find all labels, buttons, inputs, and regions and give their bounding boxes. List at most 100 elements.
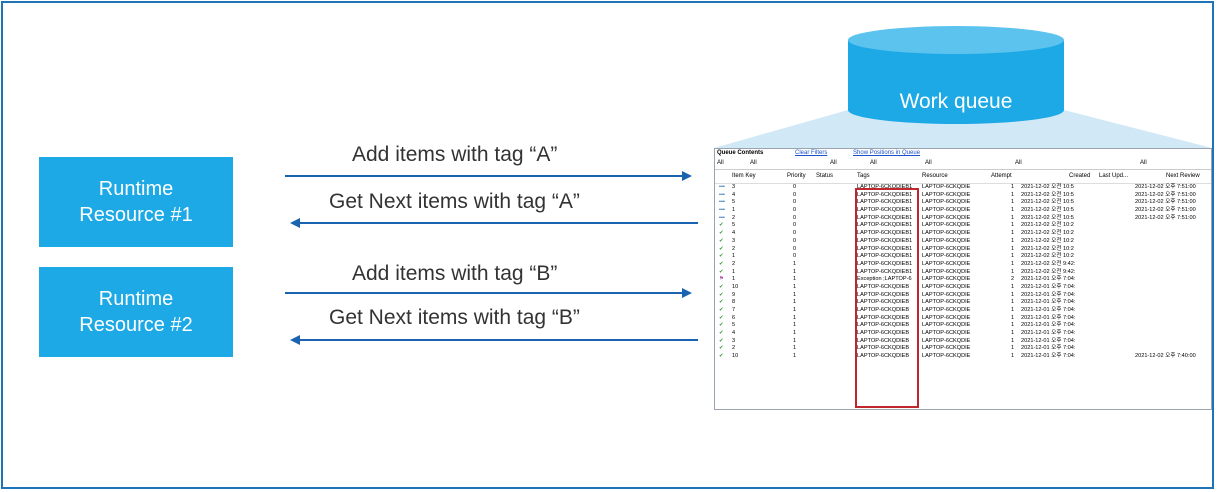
cell-created: 2021-12-01 오후 7:04: xyxy=(1021,322,1076,329)
cell-priority: 0 xyxy=(793,230,797,237)
cell-attempt: 1 xyxy=(1011,207,1015,214)
table-row[interactable]: ✔ 8 1 LAPTOP-6CKQDIEB LAPTOP-6CKQDIE 1 2021-12… xyxy=(715,299,1211,307)
table-row[interactable]: ✔ 9 1 LAPTOP-6CKQDIEB LAPTOP-6CKQDIE 1 2021-12… xyxy=(715,292,1211,300)
check-icon: ✔ xyxy=(719,353,724,360)
col-created[interactable]: Created xyxy=(1069,170,1090,183)
cell-created: 2021-12-01 오후 7:04: xyxy=(1021,307,1076,313)
cell-priority: 1 xyxy=(793,345,797,352)
queue-filter-row: All All All All All All All xyxy=(715,158,1211,170)
check-icon: ✔ xyxy=(719,260,724,267)
work-queue-title: Work queue xyxy=(899,90,1013,113)
cell-item-key: 1 xyxy=(732,268,736,275)
table-row[interactable]: ✔ 4 1 LAPTOP-6CKQDIEB LAPTOP-6CKQDIE 1 2021-12… xyxy=(715,330,1211,338)
cell-attempt: 1 xyxy=(1011,237,1015,244)
check-icon: ✔ xyxy=(719,283,724,290)
col-priority[interactable]: Priority xyxy=(787,170,806,183)
col-tags[interactable]: Tags xyxy=(857,170,870,183)
cell-created: 2021-12-01 오후 7:04: xyxy=(1021,283,1076,290)
check-icon: ✔ xyxy=(719,237,724,244)
cell-next-review: 2021-12-02 오후 7:51:00 xyxy=(1135,207,1196,214)
col-status[interactable]: Status xyxy=(816,170,833,183)
cell-item-key: 8 xyxy=(732,299,736,306)
cell-item-key: 3 xyxy=(732,337,736,344)
filter-created[interactable]: All xyxy=(1015,158,1022,169)
table-row[interactable]: ••• 5 0 LAPTOP-6CKQDIEB1 LAPTOP-6CKQDIE 1 2021… xyxy=(715,199,1211,207)
cell-resource: LAPTOP-6CKQDIE xyxy=(922,314,971,321)
cell-created: 2021-12-02 오전 10:2 xyxy=(1021,230,1074,237)
cell-attempt: 1 xyxy=(1011,291,1015,298)
table-row[interactable]: ✔ 1 0 LAPTOP-6CKQDIEB1 LAPTOP-6CKQDIE 1 2021-1… xyxy=(715,253,1211,261)
cell-attempt: 1 xyxy=(1011,253,1015,260)
cell-resource: LAPTOP-6CKQDIE xyxy=(922,184,971,190)
cell-priority: 0 xyxy=(793,184,797,190)
cell-next-review: 2021-12-02 오후 7:51:00 xyxy=(1135,214,1196,221)
cell-resource: LAPTOP-6CKQDIE xyxy=(922,253,971,260)
col-item-key[interactable]: Item Key xyxy=(732,170,756,183)
cell-resource: LAPTOP-6CKQDIE xyxy=(922,307,971,313)
cell-resource: LAPTOP-6CKQDIE xyxy=(922,345,971,352)
filter-priority[interactable]: All xyxy=(750,158,757,169)
cell-attempt: 2 xyxy=(1011,276,1015,283)
in-progress-icon: ••• xyxy=(719,207,725,214)
cell-resource: LAPTOP-6CKQDIE xyxy=(922,245,971,252)
col-resource[interactable]: Resource xyxy=(922,170,948,183)
table-row[interactable]: ✔ 7 1 LAPTOP-6CKQDIEB LAPTOP-6CKQDIE 1 2021-12… xyxy=(715,307,1211,315)
show-positions-link[interactable]: Show Positions in Queue xyxy=(853,150,920,156)
cell-resource: LAPTOP-6CKQDIE xyxy=(922,260,971,267)
check-icon: ✔ xyxy=(719,314,724,321)
cell-priority: 0 xyxy=(793,245,797,252)
check-icon: ✔ xyxy=(719,253,724,260)
table-row[interactable]: ✔ 10 1 LAPTOP-6CKQDIEB LAPTOP-6CKQDIE 1 2021-1… xyxy=(715,284,1211,292)
cell-resource: LAPTOP-6CKQDIE xyxy=(922,299,971,306)
cell-resource: LAPTOP-6CKQDIE xyxy=(922,276,971,283)
cell-item-key: 2 xyxy=(732,260,736,267)
table-row[interactable]: ✔ 6 1 LAPTOP-6CKQDIEB LAPTOP-6CKQDIE 1 2021-12… xyxy=(715,315,1211,323)
cell-item-key: 7 xyxy=(732,307,736,313)
table-row[interactable]: ✔ 1 1 LAPTOP-6CKQDIEB1 LAPTOP-6CKQDIE 1 2021-1… xyxy=(715,269,1211,277)
filter-resource[interactable]: All xyxy=(925,158,932,169)
cell-item-key: 3 xyxy=(732,237,736,244)
cell-priority: 1 xyxy=(793,268,797,275)
cell-priority: 0 xyxy=(793,222,797,229)
table-row[interactable]: ✔ 10 1 LAPTOP-6CKQDIEB LAPTOP-6CKQDIE 1 2021-1… xyxy=(715,353,1211,361)
cell-resource: LAPTOP-6CKQDIE xyxy=(922,214,971,221)
table-row[interactable]: ✔ 2 1 LAPTOP-6CKQDIEB1 LAPTOP-6CKQDIE 1 2021-1… xyxy=(715,261,1211,269)
table-row[interactable]: ✔ 5 0 LAPTOP-6CKQDIEB1 LAPTOP-6CKQDIE 1 2021-1… xyxy=(715,222,1211,230)
col-last-updated[interactable]: Last Upd... xyxy=(1099,170,1128,183)
cell-item-key: 10 xyxy=(732,283,739,290)
filter-status[interactable]: All xyxy=(830,158,837,169)
table-row[interactable]: ✔ 4 0 LAPTOP-6CKQDIEB1 LAPTOP-6CKQDIE 1 2021-1… xyxy=(715,230,1211,238)
cell-attempt: 1 xyxy=(1011,260,1015,267)
col-next-review[interactable]: Next Review xyxy=(1166,170,1200,183)
table-row[interactable]: ✔ 3 0 LAPTOP-6CKQDIEB1 LAPTOP-6CKQDIE 1 2021-1… xyxy=(715,238,1211,246)
cell-attempt: 1 xyxy=(1011,314,1015,321)
table-row[interactable]: ⚑ 1 1 Exception ;LAPTOP-6 LAPTOP-6CKQDIE 2 202… xyxy=(715,276,1211,284)
table-row[interactable]: ••• 3 0 LAPTOP-6CKQDIEB1 LAPTOP-6CKQDIE 1 2021… xyxy=(715,184,1211,192)
col-attempt[interactable]: Attempt xyxy=(991,170,1012,183)
cell-resource: LAPTOP-6CKQDIE xyxy=(922,222,971,229)
cell-attempt: 1 xyxy=(1011,199,1015,206)
tags-highlight-box xyxy=(855,188,919,408)
table-row[interactable]: ••• 1 0 LAPTOP-6CKQDIEB1 LAPTOP-6CKQDIE 1 2021… xyxy=(715,207,1211,215)
table-row[interactable]: ✔ 2 1 LAPTOP-6CKQDIEB LAPTOP-6CKQDIE 1 2021-12… xyxy=(715,345,1211,353)
cell-priority: 0 xyxy=(793,191,797,198)
cell-created: 2021-12-02 오전 10:2 xyxy=(1021,222,1074,229)
check-icon: ✔ xyxy=(719,299,724,306)
check-icon: ✔ xyxy=(719,245,724,252)
clear-filters-link[interactable]: Clear Filters xyxy=(795,150,827,156)
cell-item-key: 1 xyxy=(732,276,736,283)
table-row[interactable]: ✔ 3 1 LAPTOP-6CKQDIEB LAPTOP-6CKQDIE 1 2021-12… xyxy=(715,338,1211,346)
filter-next-review[interactable]: All xyxy=(1140,158,1147,169)
filter-item-key[interactable]: All xyxy=(717,158,724,169)
filter-tags[interactable]: All xyxy=(870,158,877,169)
table-row[interactable]: ✔ 2 0 LAPTOP-6CKQDIEB1 LAPTOP-6CKQDIE 1 2021-1… xyxy=(715,246,1211,254)
cell-item-key: 6 xyxy=(732,314,736,321)
check-icon: ✔ xyxy=(719,330,724,337)
cell-priority: 0 xyxy=(793,237,797,244)
cell-created: 2021-12-01 오후 7:04: xyxy=(1021,345,1076,352)
cell-attempt: 1 xyxy=(1011,345,1015,352)
table-row[interactable]: ••• 2 0 LAPTOP-6CKQDIEB1 LAPTOP-6CKQDIE 1 2021… xyxy=(715,215,1211,223)
table-row[interactable]: ✔ 5 1 LAPTOP-6CKQDIEB LAPTOP-6CKQDIE 1 2021-12… xyxy=(715,322,1211,330)
cell-attempt: 1 xyxy=(1011,299,1015,306)
cell-item-key: 1 xyxy=(732,207,736,214)
